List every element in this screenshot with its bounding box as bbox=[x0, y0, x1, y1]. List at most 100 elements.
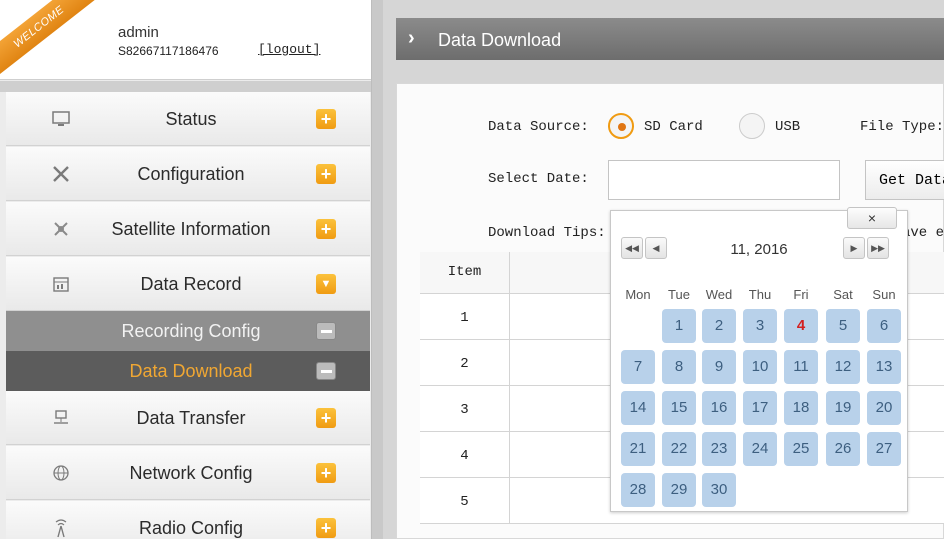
date-input[interactable] bbox=[608, 160, 840, 200]
device-id: S82667117186476 bbox=[118, 44, 219, 58]
sidebar-item-configuration[interactable]: Configuration + bbox=[6, 147, 370, 201]
calendar-month-label: 11, 2016 bbox=[730, 241, 788, 258]
calendar-day[interactable]: 27 bbox=[867, 432, 901, 466]
calendar-day[interactable]: 25 bbox=[784, 432, 818, 466]
calendar-day[interactable]: 14 bbox=[621, 391, 655, 425]
calendar-day[interactable]: 8 bbox=[662, 350, 696, 384]
file-type-label: File Type: bbox=[860, 119, 944, 135]
sidebar-item-label: Data Download bbox=[129, 361, 253, 381]
calendar-day[interactable]: 3 bbox=[743, 309, 777, 343]
calendar-day[interactable]: 18 bbox=[784, 391, 818, 425]
tools-icon bbox=[50, 163, 72, 185]
calendar-day[interactable]: 24 bbox=[743, 432, 777, 466]
calendar-day[interactable]: 12 bbox=[826, 350, 860, 384]
download-tips-text: ave e bbox=[902, 225, 944, 241]
network-icon bbox=[50, 407, 72, 429]
calendar-day[interactable]: 17 bbox=[743, 391, 777, 425]
get-data-button[interactable]: Get Data bbox=[865, 160, 944, 200]
collapse-icon[interactable]: ▼ bbox=[316, 274, 336, 294]
weekday-label: Thu bbox=[748, 287, 772, 302]
sidebar-item-label: Radio Config bbox=[138, 518, 244, 538]
calendar-day[interactable]: 30 bbox=[702, 473, 736, 507]
calendar-day[interactable]: 20 bbox=[867, 391, 901, 425]
user-name: admin bbox=[118, 24, 159, 41]
page-title: Data Download bbox=[438, 30, 562, 50]
sidebar-item-status[interactable]: Status + bbox=[6, 92, 370, 146]
prev-year-icon[interactable]: ◀◀ bbox=[621, 237, 643, 259]
chevron-right-icon: › bbox=[408, 27, 415, 49]
calendar-day[interactable]: 26 bbox=[826, 432, 860, 466]
calendar-day[interactable]: 29 bbox=[662, 473, 696, 507]
calendar-day[interactable]: 5 bbox=[826, 309, 860, 343]
sidebar-item-data-record[interactable]: Data Record ▼ bbox=[6, 257, 370, 311]
calendar-day[interactable]: 10 bbox=[743, 350, 777, 384]
calendar-day[interactable]: 13 bbox=[867, 350, 901, 384]
sidebar-item-radio-config[interactable]: Radio Config + bbox=[6, 501, 370, 539]
divider bbox=[0, 81, 371, 92]
sidebar-item-data-transfer[interactable]: Data Transfer + bbox=[6, 391, 370, 445]
close-button[interactable]: × bbox=[847, 207, 897, 229]
sidebar-item-network-config[interactable]: Network Config + bbox=[6, 446, 370, 500]
calendar-day[interactable]: 23 bbox=[702, 432, 736, 466]
calendar-day[interactable]: 21 bbox=[621, 432, 655, 466]
calendar-day[interactable]: 9 bbox=[702, 350, 736, 384]
weekday-label: Wed bbox=[705, 287, 733, 302]
row-item: 5 bbox=[420, 478, 510, 523]
weekday-label: Sun bbox=[872, 287, 896, 302]
usb-label: USB bbox=[775, 119, 801, 135]
weekday-label: Fri bbox=[793, 287, 809, 302]
minus-icon bbox=[316, 362, 336, 380]
calendar-day[interactable]: 2 bbox=[702, 309, 736, 343]
radio-usb[interactable] bbox=[739, 113, 765, 139]
calendar-day[interactable]: 1 bbox=[662, 309, 696, 343]
calendar-day[interactable]: 11 bbox=[784, 350, 818, 384]
user-panel: WELCOME admin S82667117186476 [logout] bbox=[0, 0, 371, 80]
expand-icon[interactable]: + bbox=[316, 109, 336, 129]
weekday-label: Sat bbox=[833, 287, 853, 302]
sidebar-item-label: Recording Config bbox=[121, 321, 261, 341]
minus-icon bbox=[316, 322, 336, 340]
next-month-icon[interactable]: ▶ bbox=[843, 237, 865, 259]
title-bar: › Data Download bbox=[396, 18, 944, 60]
radio-tower-icon bbox=[50, 517, 72, 539]
expand-icon[interactable]: + bbox=[316, 463, 336, 483]
calendar-day[interactable]: 15 bbox=[662, 391, 696, 425]
data-source-label: Data Source: bbox=[488, 119, 589, 135]
weekday-label: Mon bbox=[625, 287, 651, 302]
calendar-day[interactable]: 22 bbox=[662, 432, 696, 466]
date-picker: × ◀◀ ◀ 11, 2016 ▶ ▶▶ Mon Tue Wed Thu Fri Sat S… bbox=[610, 207, 908, 512]
column-header-item: Item bbox=[420, 252, 510, 293]
select-date-label: Select Date: bbox=[488, 171, 589, 187]
row-item: 3 bbox=[420, 386, 510, 431]
calendar-day[interactable]: 7 bbox=[621, 350, 655, 384]
expand-icon[interactable]: + bbox=[316, 164, 336, 184]
logout-link[interactable]: [logout] bbox=[258, 42, 320, 57]
sidebar-item-label: Data Record bbox=[140, 274, 242, 294]
calendar-day[interactable]: 16 bbox=[702, 391, 736, 425]
calendar-day[interactable]: 6 bbox=[867, 309, 901, 343]
welcome-ribbon: WELCOME bbox=[0, 0, 99, 78]
calendar-day[interactable]: 4 bbox=[784, 309, 818, 343]
expand-icon[interactable]: + bbox=[316, 219, 336, 239]
expand-icon[interactable]: + bbox=[316, 518, 336, 538]
calendar-day[interactable]: 28 bbox=[621, 473, 655, 507]
sidebar-item-label: Data Transfer bbox=[136, 408, 246, 428]
weekday-label: Tue bbox=[668, 287, 690, 302]
download-tips-label: Download Tips: bbox=[488, 225, 606, 241]
sidebar-item-satellite-information[interactable]: Satellite Information + bbox=[6, 202, 370, 256]
satellite-icon bbox=[50, 218, 72, 240]
calendar-day[interactable]: 19 bbox=[826, 391, 860, 425]
monitor-icon bbox=[50, 108, 72, 130]
sd-card-label: SD Card bbox=[644, 119, 703, 135]
row-item: 1 bbox=[420, 294, 510, 339]
next-year-icon[interactable]: ▶▶ bbox=[867, 237, 889, 259]
globe-icon bbox=[50, 462, 72, 484]
expand-icon[interactable]: + bbox=[316, 408, 336, 428]
row-item: 4 bbox=[420, 432, 510, 477]
prev-month-icon[interactable]: ◀ bbox=[645, 237, 667, 259]
sidebar-subitem-data-download[interactable]: Data Download bbox=[6, 351, 370, 391]
sidebar-item-label: Configuration bbox=[137, 164, 245, 184]
sidebar-item-label: Satellite Information bbox=[111, 219, 271, 239]
sidebar-subitem-recording-config[interactable]: Recording Config bbox=[6, 311, 370, 351]
radio-sd-card[interactable] bbox=[608, 113, 634, 139]
